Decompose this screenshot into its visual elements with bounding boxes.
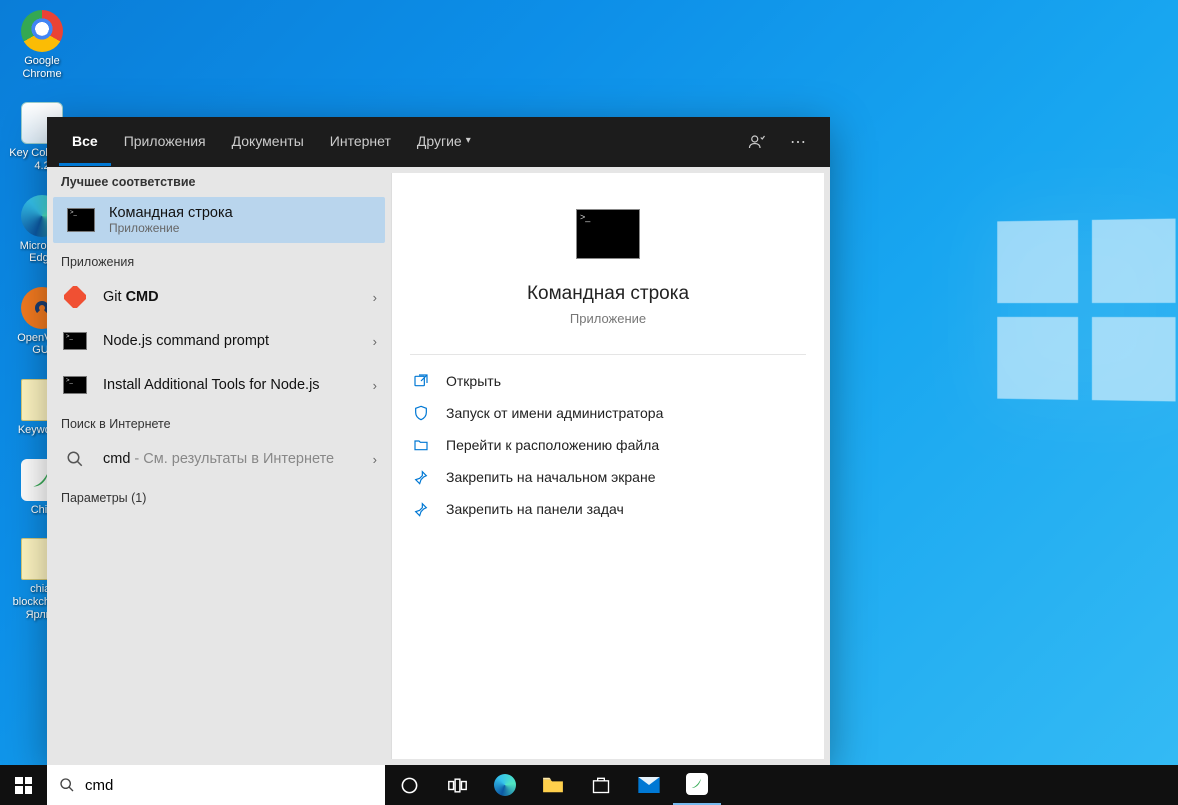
action-label: Перейти к расположению файла	[446, 437, 659, 453]
result-title: cmd - См. результаты в Интернете	[103, 451, 359, 467]
tab-more[interactable]: Другие ▾	[404, 119, 484, 166]
action-open-location[interactable]: Перейти к расположению файла	[410, 429, 806, 461]
taskbar-mail[interactable]	[625, 765, 673, 805]
preview-app-icon	[576, 209, 640, 259]
wallpaper-logo	[997, 219, 1175, 402]
action-open[interactable]: Открыть	[410, 365, 806, 397]
tab-all[interactable]: Все	[59, 119, 111, 166]
taskbar-explorer[interactable]	[529, 765, 577, 805]
pin-icon	[412, 469, 430, 485]
result-subtitle: Приложение	[109, 221, 371, 235]
results-list: Лучшее соответствие Командная строка При…	[47, 167, 391, 765]
preview-actions: Открыть Запуск от имени администратора П…	[410, 354, 806, 525]
search-icon	[59, 777, 75, 793]
folder-icon	[412, 437, 430, 453]
desktop-icon-chrome[interactable]: Google Chrome	[6, 10, 78, 80]
chevron-right-icon: ›	[373, 452, 377, 467]
chevron-down-icon: ▾	[466, 135, 471, 146]
chevron-right-icon: ›	[373, 334, 377, 349]
result-title: Node.js command prompt	[103, 333, 359, 349]
taskbar-cortana[interactable]	[385, 765, 433, 805]
tab-apps[interactable]: Приложения	[111, 119, 219, 166]
tab-documents[interactable]: Документы	[219, 119, 317, 166]
action-label: Закрепить на начальном экране	[446, 469, 656, 485]
start-search-panel: Все Приложения Документы Интернет Другие…	[47, 117, 830, 765]
result-title: Git CMD	[103, 289, 359, 305]
desktop-icon-label: Google Chrome	[6, 55, 78, 80]
result-title: Install Additional Tools for Node.js	[103, 377, 359, 393]
result-node-cmd[interactable]: Node.js command prompt ›	[47, 319, 391, 363]
search-input[interactable]	[85, 777, 373, 794]
action-label: Открыть	[446, 373, 501, 389]
result-node-tools[interactable]: Install Additional Tools for Node.js ›	[47, 363, 391, 407]
search-scope-tabs: Все Приложения Документы Интернет Другие…	[47, 117, 830, 167]
cmd-icon	[67, 206, 95, 234]
chevron-right-icon: ›	[373, 378, 377, 393]
feedback-icon[interactable]	[736, 133, 778, 151]
action-pin-taskbar[interactable]: Закрепить на панели задач	[410, 493, 806, 525]
result-best-match[interactable]: Командная строка Приложение	[53, 197, 385, 243]
section-apps: Приложения	[47, 245, 391, 275]
result-git-cmd[interactable]: Git CMD ›	[47, 275, 391, 319]
shield-icon	[412, 405, 430, 421]
open-icon	[412, 373, 430, 389]
tab-more-label: Другие	[417, 133, 462, 149]
start-button[interactable]	[0, 765, 47, 805]
taskbar-chia[interactable]	[673, 765, 721, 805]
taskbar-taskview[interactable]	[433, 765, 481, 805]
tab-web[interactable]: Интернет	[317, 119, 404, 166]
preview-type: Приложение	[570, 311, 646, 326]
section-web: Поиск в Интернете	[47, 407, 391, 437]
windows-logo-icon	[15, 777, 32, 794]
section-params: Параметры (1)	[47, 481, 391, 511]
result-title: Командная строка	[109, 205, 371, 221]
more-options-icon[interactable]: ⋯	[778, 132, 818, 152]
search-icon	[61, 445, 89, 473]
cmd-icon	[61, 327, 89, 355]
taskbar-search[interactable]	[47, 765, 385, 805]
action-pin-start[interactable]: Закрепить на начальном экране	[410, 461, 806, 493]
git-icon	[61, 283, 89, 311]
taskbar-edge[interactable]	[481, 765, 529, 805]
action-label: Закрепить на панели задач	[446, 501, 624, 517]
preview-title: Командная строка	[527, 283, 689, 305]
taskbar-store[interactable]	[577, 765, 625, 805]
preview-pane: Командная строка Приложение Открыть Запу…	[391, 173, 824, 759]
action-run-admin[interactable]: Запуск от имени администратора	[410, 397, 806, 429]
pin-icon	[412, 501, 430, 517]
chevron-right-icon: ›	[373, 290, 377, 305]
result-web-search[interactable]: cmd - См. результаты в Интернете ›	[47, 437, 391, 481]
taskbar	[0, 765, 1178, 805]
action-label: Запуск от имени администратора	[446, 405, 663, 421]
section-best-match: Лучшее соответствие	[47, 167, 391, 195]
cmd-icon	[61, 371, 89, 399]
